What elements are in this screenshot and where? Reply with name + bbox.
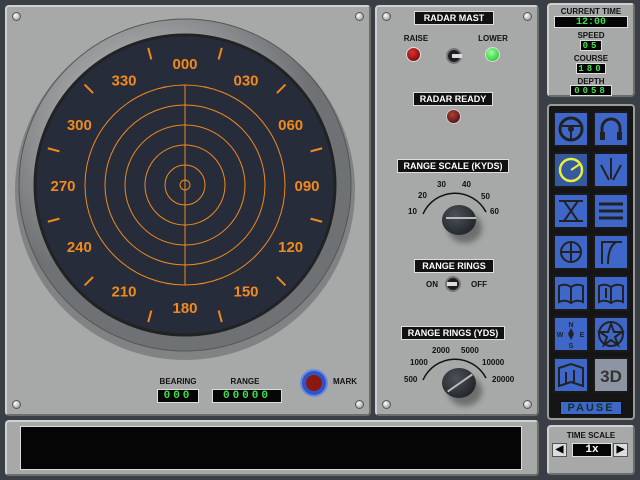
sonar-headphones-station-button[interactable] [593,111,629,147]
tick-label: 5000 [461,346,479,355]
towed-array-icon [559,200,583,222]
radar-station-button[interactable] [553,152,589,188]
svg-text:3D: 3D [600,367,622,386]
time-scale-label: TIME SCALE [566,431,616,440]
bearing-label: BEARING [159,377,197,386]
screw [355,400,364,409]
svg-text:S: S [569,343,574,349]
log-book-station-button[interactable] [593,275,629,311]
mission-star-icon [596,321,626,348]
bearing-label: 300 [67,117,92,134]
map-view-station-button[interactable] [553,357,589,393]
svg-text:N: N [568,322,573,329]
sonar-headphones-icon [600,117,622,140]
helm-station-button[interactable] [553,111,589,147]
radar-icon [558,157,584,183]
3d-view-icon: 3D [600,367,622,386]
current-time-readout: 12:00 [554,16,628,28]
depth-readout: 0058 [570,85,612,96]
esm-station-button[interactable] [593,152,629,188]
manual-icon [558,283,584,305]
off-label: OFF [471,280,487,289]
tick-label: 2000 [432,346,450,355]
range-label: RANGE [230,377,260,386]
fire-control-icon [601,241,622,265]
svg-text:E: E [580,332,585,339]
current-time-label: CURRENT TIME [560,7,622,16]
bearing-label: 210 [111,284,136,301]
3d-view-station-button[interactable]: 3D [593,357,629,393]
message-display [20,426,522,470]
range-rings-knob[interactable] [442,368,476,398]
speed-readout: 05 [580,40,602,51]
bearing-label: 120 [278,239,303,256]
screw [523,12,532,21]
tick-label: 500 [404,375,418,384]
svg-text:W: W [557,332,564,339]
towed-array-station-button[interactable] [553,193,589,229]
radar-scope[interactable]: 000 030 060 090 120 150 180 210 240 270 300 330 [0,0,372,372]
radar-ready-light [446,109,461,124]
pause-button[interactable]: PAUSE [560,401,622,415]
speed-label: SPEED [577,31,605,40]
tick-label: 10000 [482,358,505,367]
manual-station-button[interactable] [553,275,589,311]
course-label: COURSE [573,54,609,63]
time-scale-decrease-button[interactable]: ◀ [552,443,567,457]
map-view-icon [558,362,584,388]
list-icon [599,202,623,220]
bearing-label: 150 [233,284,258,301]
screw [12,400,21,409]
mast-toggle-switch[interactable] [446,48,462,64]
tick-label: 50 [481,192,490,201]
range-rings-title: RANGE RINGS [414,259,494,273]
range-scale-knob[interactable] [442,205,476,235]
compass-rose-station-button[interactable]: N SE W [553,316,589,352]
tick-label: 30 [437,180,446,189]
helm-icon [558,116,584,142]
lower-label: LOWER [478,34,508,43]
tick-label: 10 [408,207,417,216]
range-rings-toggle[interactable] [445,276,461,292]
compass-rose-icon: N SE W [557,322,585,349]
tick-label: 20 [418,191,427,200]
bearing-label: 270 [50,178,75,195]
log-book-icon [598,283,624,305]
raise-label: RAISE [403,34,429,43]
bearing-label: 180 [172,300,197,317]
radar-mast-title: RADAR MAST [414,11,494,25]
tick-label: 20000 [492,375,515,384]
esm-icon [600,158,622,181]
bearing-readout: 000 [157,389,199,403]
periscope-icon [560,241,582,263]
screw [382,12,391,21]
bearing-label: 030 [233,72,258,89]
periscope-station-button[interactable] [553,234,589,270]
bearing-label: 060 [278,117,303,134]
tick-label: 60 [490,207,499,216]
radar-ready-title: RADAR READY [413,92,493,106]
tick-label: 1000 [410,358,428,367]
bearing-label: 000 [172,56,197,73]
course-readout: 180 [576,63,606,74]
lower-indicator-light [485,47,500,62]
mission-star-station-button[interactable] [593,316,629,352]
time-scale-value: 1x [572,443,612,457]
list-station-button[interactable] [593,193,629,229]
mark-button[interactable] [300,369,328,397]
tick-label: 40 [462,180,471,189]
bearing-label: 330 [111,72,136,89]
range-readout: 00000 [212,389,282,403]
raise-indicator-light [406,47,421,62]
fire-control-station-button[interactable] [593,234,629,270]
time-scale-increase-button[interactable]: ▶ [613,443,628,457]
bearing-label: 240 [67,239,92,256]
on-label: ON [426,280,438,289]
bearing-label: 090 [294,178,319,195]
mark-label: MARK [333,377,357,386]
